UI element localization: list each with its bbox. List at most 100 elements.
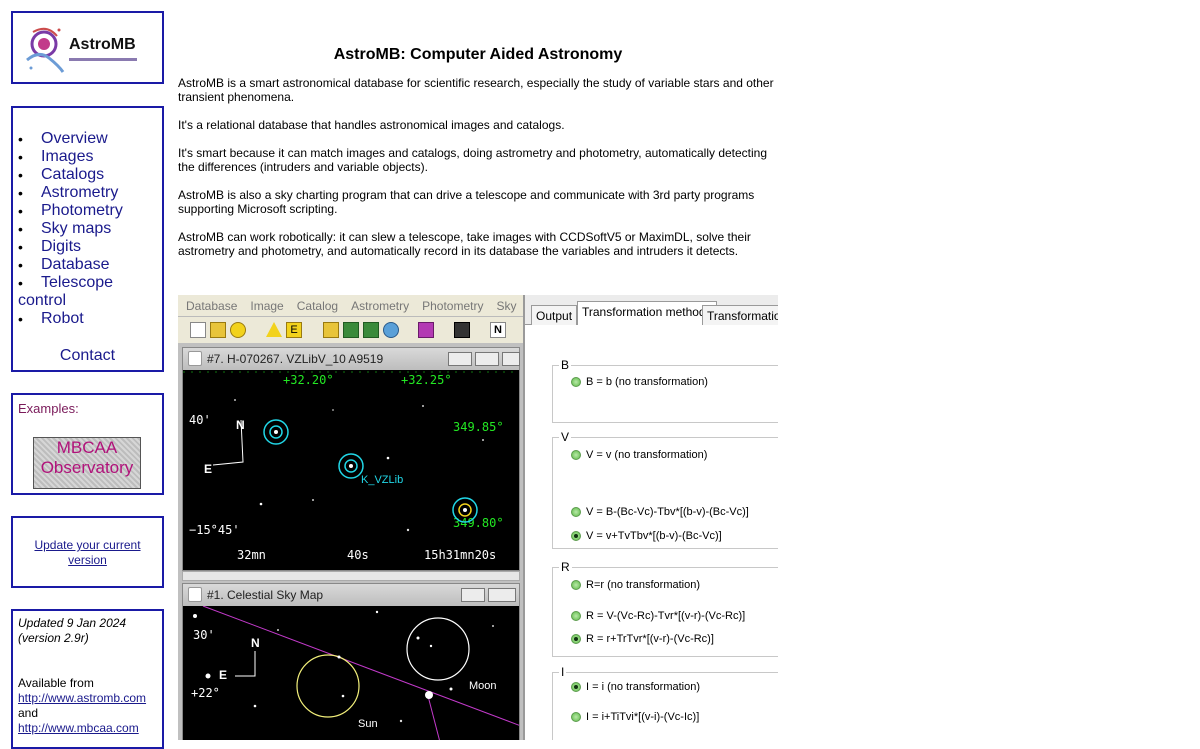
update-link-line1: Update your current bbox=[34, 538, 141, 552]
available-label: Available from bbox=[18, 676, 94, 690]
minimize-icon[interactable] bbox=[448, 352, 472, 366]
tab-transformation-methods[interactable]: Transformation methods bbox=[577, 301, 717, 326]
folder-purple-icon bbox=[418, 322, 434, 338]
close-icon[interactable] bbox=[502, 352, 520, 366]
option-v-v[interactable]: V = v+TvTbv*[(b-v)-(Bc-Vc)] bbox=[571, 530, 722, 542]
menu-catalog: Catalog bbox=[296, 299, 339, 313]
astromb-logo[interactable]: AstroMB bbox=[19, 20, 144, 78]
group-b: B B = b (no transformation) bbox=[552, 358, 778, 423]
nav-box: Overview Images Catalogs Astrometry Phot… bbox=[11, 106, 164, 372]
radio-icon bbox=[571, 450, 581, 460]
paragraph: AstroMB is a smart astronomical database… bbox=[178, 76, 774, 104]
horizontal-scrollbar[interactable] bbox=[182, 571, 520, 581]
option-label: I = i+TiTvi*[(v-i)-(Vc-Ic)] bbox=[586, 711, 700, 723]
update-link[interactable]: Update your current version bbox=[13, 538, 162, 568]
option-r-none[interactable]: R=r (no transformation) bbox=[571, 579, 700, 591]
mbcaa-url-link[interactable]: http://www.mbcaa.com bbox=[18, 721, 146, 736]
maximize-icon[interactable] bbox=[475, 352, 499, 366]
maximize-icon[interactable] bbox=[488, 588, 516, 602]
option-r-v[interactable]: R = V-(Vc-Rc)-Tvr*[(v-r)-(Vc-Rc)] bbox=[571, 610, 745, 622]
option-label: I = i (no transformation) bbox=[586, 681, 701, 693]
option-label: R = r+TrTvr*[(v-r)-(Vc-Rc)] bbox=[586, 633, 714, 645]
radio-icon bbox=[571, 611, 581, 621]
version-text: (version 2.9r) bbox=[18, 631, 89, 645]
star-field: +32.20° +32.25° 349.85° 349.80° 40' −15°… bbox=[183, 370, 519, 570]
folder-green-icon bbox=[343, 322, 359, 338]
panel-body: B B = b (no transformation) V V = v (no … bbox=[525, 325, 778, 740]
menu-image: Image bbox=[250, 299, 284, 313]
window-icon bbox=[188, 351, 202, 366]
info-text: Updated 9 Jan 2024 (version 2.9r) Availa… bbox=[18, 616, 146, 736]
option-label: V = v+TvTbv*[(b-v)-(Bc-Vc)] bbox=[586, 530, 722, 542]
examples-label: Examples: bbox=[18, 401, 79, 416]
e-icon: E bbox=[286, 322, 302, 338]
nav-item-telescope-line1: Telescope bbox=[41, 274, 114, 291]
option-r-r[interactable]: R = r+TrTvr*[(v-r)-(Vc-Rc)] bbox=[571, 633, 714, 645]
radio-icon bbox=[571, 507, 581, 517]
nav-item-robot[interactable]: Robot bbox=[18, 310, 163, 328]
radio-icon bbox=[571, 377, 581, 387]
sky-map: 30' +22° N E Sun Moon bbox=[183, 606, 519, 740]
logo-underline bbox=[69, 58, 137, 61]
nav-item-catalogs[interactable]: Catalogs bbox=[18, 166, 163, 184]
sky-map-title: #1. Celestial Sky Map bbox=[207, 588, 324, 602]
update-box: Update your current version bbox=[11, 516, 164, 588]
nav-item-sky-maps[interactable]: Sky maps bbox=[18, 220, 163, 238]
nav-item-telescope-line2: control bbox=[18, 292, 67, 309]
window-icon bbox=[188, 587, 202, 602]
option-i-i[interactable]: I = i+TiTvi*[(v-i)-(Vc-Ic)] bbox=[571, 711, 699, 723]
nav-item-database[interactable]: Database bbox=[18, 256, 163, 274]
sky-map-titlebar: #1. Celestial Sky Map bbox=[183, 584, 519, 606]
and-text: and bbox=[18, 706, 39, 720]
nav-list: Overview Images Catalogs Astrometry Phot… bbox=[18, 130, 163, 328]
magnifier-icon bbox=[383, 322, 399, 338]
image-window: #7. H-070267. VZLibV_10 A9519 +32.20° +3… bbox=[182, 347, 520, 571]
folder-icon bbox=[323, 322, 339, 338]
option-label: V = v (no transformation) bbox=[586, 449, 708, 461]
paragraph: AstroMB is also a sky charting program t… bbox=[178, 188, 755, 216]
radio-selected-icon bbox=[571, 682, 581, 692]
group-r-label: R bbox=[559, 560, 572, 574]
nav-item-overview[interactable]: Overview bbox=[18, 130, 163, 148]
option-i-none[interactable]: I = i (no transformation) bbox=[571, 681, 700, 693]
radio-icon bbox=[571, 580, 581, 590]
paragraph: It's a relational database that handles … bbox=[178, 118, 565, 132]
nav-item-images[interactable]: Images bbox=[18, 148, 163, 166]
group-i: I I = i (no transformation) I = i+TiTvi*… bbox=[552, 665, 778, 740]
star-icon bbox=[230, 322, 246, 338]
contact-link[interactable]: Contact bbox=[13, 347, 162, 365]
tab-transformation[interactable]: Transformation bbox=[702, 305, 778, 325]
folder-star-icon bbox=[363, 322, 379, 338]
app-screenshot: Database Image Catalog Astrometry Photometry… bbox=[178, 295, 778, 740]
group-v-label: V bbox=[559, 430, 572, 444]
image-window-titlebar: #7. H-070267. VZLibV_10 A9519 bbox=[183, 348, 520, 370]
panel-tabs: Output Transformation methods Transforma… bbox=[525, 301, 778, 326]
mbcaa-observatory-link[interactable]: MBCAA Observatory bbox=[33, 437, 141, 489]
group-v: V V = v (no transformation) V = B-(Bc-Vc… bbox=[552, 430, 778, 549]
option-v-b[interactable]: V = B-(Bc-Vc)-Tbv*[(b-v)-(Bc-Vc)] bbox=[571, 506, 749, 518]
new-doc-icon bbox=[190, 322, 206, 338]
nav-item-digits[interactable]: Digits bbox=[18, 238, 163, 256]
open-folder-icon bbox=[210, 322, 226, 338]
paragraph: AstroMB can work robotically: it can sle… bbox=[178, 230, 751, 258]
tab-output[interactable]: Output bbox=[531, 305, 578, 325]
triangle-icon bbox=[266, 322, 282, 337]
page-title: AstroMB: Computer Aided Astronomy bbox=[333, 46, 623, 63]
radio-selected-icon bbox=[571, 531, 581, 541]
minimize-icon[interactable] bbox=[461, 588, 485, 602]
radio-icon bbox=[571, 712, 581, 722]
nav-item-telescope-control[interactable]: Telescopecontrol bbox=[18, 274, 163, 310]
astromb-url-link[interactable]: http://www.astromb.com bbox=[18, 691, 146, 706]
nav-item-photometry[interactable]: Photometry bbox=[18, 202, 163, 220]
save-icon bbox=[454, 322, 470, 338]
radio-selected-icon bbox=[571, 634, 581, 644]
option-b-none[interactable]: B = b (no transformation) bbox=[571, 376, 708, 388]
mbcaa-line2: Observatory bbox=[40, 458, 134, 477]
logo-box: AstroMB bbox=[11, 11, 164, 84]
nav-item-astrometry[interactable]: Astrometry bbox=[18, 184, 163, 202]
option-v-none[interactable]: V = v (no transformation) bbox=[571, 449, 707, 461]
menu-database: Database bbox=[186, 299, 238, 313]
info-box: Updated 9 Jan 2024 (version 2.9r) Availa… bbox=[11, 609, 164, 749]
logo-text: AstroMB bbox=[69, 36, 136, 53]
menu-sky: Sky bbox=[496, 299, 517, 313]
